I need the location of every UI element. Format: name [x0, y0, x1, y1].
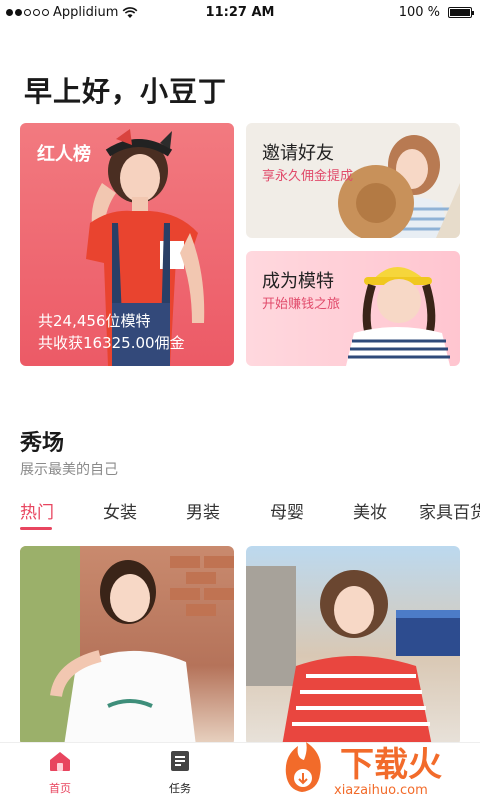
tab-baby[interactable]: 母婴	[270, 498, 304, 523]
tab-women[interactable]: 女装	[103, 498, 137, 523]
invite-subtitle: 享永久佣金提成	[262, 169, 354, 184]
showcase-photo	[20, 546, 234, 746]
battery-icon	[448, 7, 474, 18]
nav-tasks-label: 任务	[169, 782, 191, 795]
watermark-brand: 下载火	[340, 745, 442, 785]
ranking-card[interactable]: 红人榜 共24,456位模特 共收获16325.00佣金	[20, 123, 234, 366]
nav-home-label: 首页	[49, 782, 71, 795]
nav-home[interactable]: 首页	[20, 749, 100, 796]
greeting-title: 早上好，小豆丁	[24, 75, 228, 108]
ranking-stats: 共24,456位模特 共收获16325.00佣金	[38, 310, 185, 354]
tab-men[interactable]: 男装	[186, 498, 220, 523]
ranking-commission: 共收获16325.00佣金	[38, 334, 185, 352]
watermark-logo: 下载火 xiazaihuo.com	[285, 742, 442, 798]
watermark-url: xiazaihuo.com	[334, 783, 428, 798]
home-icon	[50, 752, 70, 771]
status-bar: Applidium 11:27 AM 100 %	[0, 0, 480, 26]
showroom-subtitle: 展示最美的自己	[20, 462, 118, 478]
become-model-title: 成为模特	[262, 271, 334, 292]
showcase-item[interactable]	[20, 546, 234, 746]
tab-hot[interactable]: 热门	[20, 498, 54, 523]
ranking-title: 红人榜	[37, 144, 91, 165]
tab-beauty[interactable]: 美妆	[353, 498, 387, 523]
invite-friends-card[interactable]: 邀请好友 享永久佣金提成	[246, 123, 460, 238]
showroom-title: 秀场	[20, 431, 65, 456]
become-model-subtitle: 开始赚钱之旅	[262, 297, 341, 312]
battery-group: 100 %	[398, 5, 474, 20]
nav-tasks[interactable]: 任务	[140, 749, 220, 796]
showcase-item[interactable]	[246, 546, 460, 746]
become-model-card[interactable]: 成为模特 开始赚钱之旅	[246, 251, 460, 366]
showcase-photo	[246, 566, 460, 746]
active-tab-indicator	[20, 527, 52, 530]
tab-home-goods[interactable]: 家具百货	[419, 498, 480, 523]
invite-title: 邀请好友	[262, 143, 334, 164]
category-tabs: 热门 女装 男装 母婴 美妆 家具百货	[0, 494, 480, 534]
battery-percent: 100 %	[398, 5, 440, 20]
task-icon	[171, 751, 189, 771]
ranking-model-count: 共24,456位模特	[38, 312, 151, 330]
